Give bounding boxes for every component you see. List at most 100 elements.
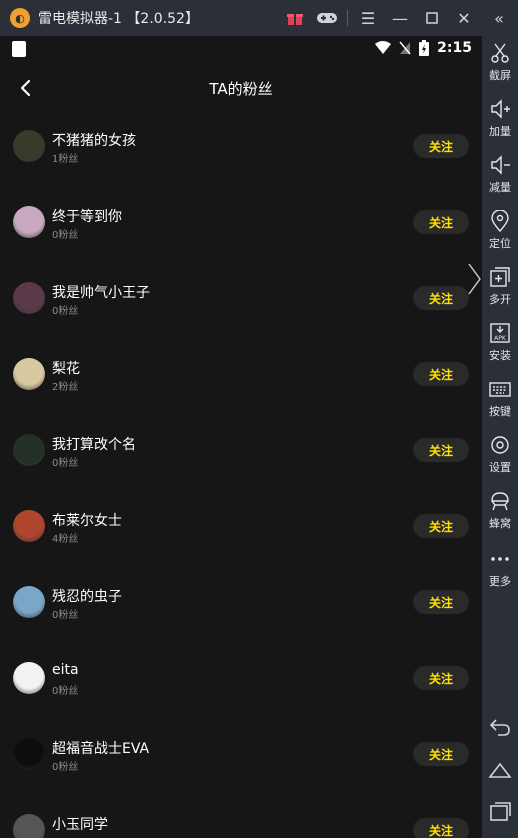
follower-row[interactable]: 布莱尔女士 4粉丝 关注: [0, 488, 482, 564]
followers-list: 不猪猪的女孩 1粉丝 关注 终于等到你 0粉丝 关注 我是帅气小王子 0粉丝 关注 梨花 2粉丝 关注…: [0, 108, 482, 838]
location-icon: [491, 210, 509, 232]
follower-row[interactable]: 我打算改个名 0粉丝 关注: [0, 412, 482, 488]
apk-install-icon: APK: [490, 323, 510, 343]
volume-down-icon: [491, 155, 510, 175]
sidebar-item-apk-install[interactable]: APK 安装: [482, 322, 518, 363]
menu-icon[interactable]: ☰: [352, 0, 384, 36]
follow-button[interactable]: 关注: [413, 818, 469, 838]
avatar[interactable]: [13, 434, 45, 466]
sidebar-item-label: 设置: [489, 461, 511, 474]
follower-row[interactable]: 小玉同学 关注: [0, 792, 482, 838]
follower-row[interactable]: 超福音战士EVA 0粉丝 关注: [0, 716, 482, 792]
side-drawer-handle-icon[interactable]: [466, 262, 482, 296]
avatar[interactable]: [13, 662, 45, 694]
close-icon[interactable]: ✕: [448, 0, 480, 36]
fan-count: 0粉丝: [52, 458, 79, 469]
follow-button[interactable]: 关注: [413, 514, 469, 538]
sidebar-item-location[interactable]: 定位: [482, 210, 518, 251]
sidebar-item-multi-instance[interactable]: 多开: [482, 266, 518, 307]
sidebar-item-label: 截屏: [489, 69, 511, 82]
multi-instance-icon: [490, 267, 510, 287]
avatar[interactable]: [13, 738, 45, 770]
sidebar-item-label: 更多: [489, 575, 511, 588]
avatar[interactable]: [13, 510, 45, 542]
fan-count: 0粉丝: [52, 762, 79, 773]
avatar[interactable]: [13, 206, 45, 238]
fan-count: 0粉丝: [52, 610, 79, 621]
nav-back-icon[interactable]: [488, 716, 512, 738]
avatar[interactable]: [13, 814, 45, 838]
user-name[interactable]: eita: [52, 662, 79, 678]
follow-button[interactable]: 关注: [413, 590, 469, 614]
fan-count: 4粉丝: [52, 534, 79, 545]
wifi-icon: [375, 41, 392, 54]
user-name[interactable]: 不猪猪的女孩: [52, 130, 136, 150]
user-name[interactable]: 我是帅气小王子: [52, 282, 150, 302]
follower-row[interactable]: 残忍的虫子 0粉丝 关注: [0, 564, 482, 640]
follow-button[interactable]: 关注: [413, 362, 469, 386]
sidebar-item-label: 减量: [489, 181, 511, 194]
follower-row[interactable]: 不猪猪的女孩 1粉丝 关注: [0, 108, 482, 184]
sidebar-item-label: 蜂窝: [489, 517, 511, 530]
user-name[interactable]: 布莱尔女士: [52, 510, 122, 530]
sidebar-item-label: 按键: [489, 405, 511, 418]
follower-row[interactable]: eita 0粉丝 关注: [0, 640, 482, 716]
sidebar-item-label: 安装: [489, 349, 511, 362]
follow-button[interactable]: 关注: [413, 286, 469, 310]
sidebar-item-hive[interactable]: 蜂窝: [482, 490, 518, 531]
fan-count: 2粉丝: [52, 382, 79, 393]
user-name[interactable]: 小玉同学: [52, 814, 108, 834]
maximize-icon[interactable]: [416, 0, 448, 36]
fan-count: 0粉丝: [52, 230, 79, 241]
clock: 2:15: [437, 40, 472, 56]
user-name[interactable]: 终于等到你: [52, 206, 122, 226]
hive-icon: [491, 492, 509, 511]
sidebar-item-label: 多开: [489, 293, 511, 306]
avatar[interactable]: [13, 282, 45, 314]
sidebar-item-volume-up[interactable]: 加量: [482, 98, 518, 139]
android-status-bar: 2:15: [0, 36, 482, 62]
follower-row[interactable]: 梨花 2粉丝 关注: [0, 336, 482, 412]
divider: [347, 10, 348, 26]
keyboard-icon: [489, 382, 511, 397]
user-name[interactable]: 超福音战士EVA: [52, 738, 149, 758]
follower-row[interactable]: 我是帅气小王子 0粉丝 关注: [0, 260, 482, 336]
collapse-sidebar-icon[interactable]: «: [480, 0, 518, 36]
sidebar-item-gear[interactable]: 设置: [482, 434, 518, 475]
battery-charging-icon: [419, 40, 430, 56]
fan-count: 0粉丝: [52, 686, 79, 697]
minimize-icon[interactable]: —: [384, 0, 416, 36]
user-name[interactable]: 残忍的虫子: [52, 586, 122, 606]
app-header: TA的粉丝: [0, 62, 482, 114]
sidebar-item-scissors[interactable]: 截屏: [482, 42, 518, 83]
no-signal-icon: [399, 41, 411, 55]
follow-button[interactable]: 关注: [413, 210, 469, 234]
sidebar-item-volume-down[interactable]: 减量: [482, 154, 518, 195]
sidebar-item-keyboard[interactable]: 按键: [482, 378, 518, 419]
scissors-icon: [491, 43, 509, 63]
avatar[interactable]: [13, 586, 45, 618]
app-logo-icon: ◐: [10, 8, 30, 28]
avatar[interactable]: [13, 358, 45, 390]
follow-button[interactable]: 关注: [413, 134, 469, 158]
version-label: 【2.0.52】: [126, 11, 199, 27]
gear-icon: [491, 436, 509, 454]
sidebar-item-label: 定位: [489, 237, 511, 250]
emulator-tool-sidebar: 截屏加量减量定位多开 APK 安装按键设置蜂窝更多: [482, 36, 518, 838]
nav-home-icon[interactable]: [488, 758, 512, 780]
gamepad-icon[interactable]: [311, 0, 343, 36]
follow-button[interactable]: 关注: [413, 438, 469, 462]
avatar[interactable]: [13, 130, 45, 162]
user-name[interactable]: 我打算改个名: [52, 434, 136, 454]
gift-icon[interactable]: [279, 0, 311, 36]
nav-recent-icon[interactable]: [488, 800, 512, 822]
follower-row[interactable]: 终于等到你 0粉丝 关注: [0, 184, 482, 260]
fan-count: 1粉丝: [52, 154, 79, 165]
follow-button[interactable]: 关注: [413, 666, 469, 690]
svg-text:APK: APK: [494, 335, 507, 342]
follow-button[interactable]: 关注: [413, 742, 469, 766]
sidebar-item-label: 加量: [489, 125, 511, 138]
user-name[interactable]: 梨花: [52, 358, 80, 378]
emulator-title-bar: ◐ 雷电模拟器-1 【2.0.52】 ☰ — ✕ «: [0, 0, 518, 36]
sidebar-item-more[interactable]: 更多: [482, 548, 518, 589]
